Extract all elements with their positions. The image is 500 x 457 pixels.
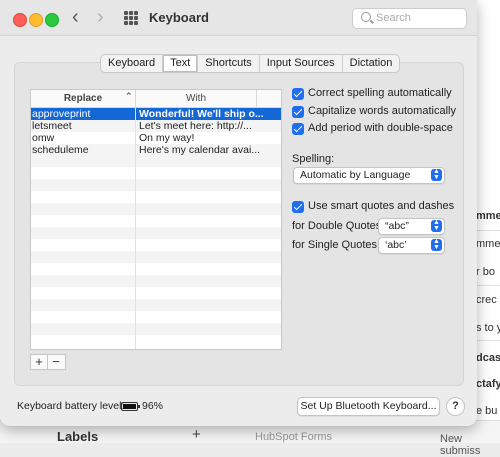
table-row[interactable]: omw On my way! xyxy=(31,132,281,144)
forward-chevron-icon[interactable]: › xyxy=(97,7,104,27)
up-down-arrows-icon: ▲ ▼ xyxy=(431,219,442,232)
single-quotes-label: for Single Quotes xyxy=(292,239,377,251)
bg-text: e bu xyxy=(476,405,498,417)
smart-quotes-label: Use smart quotes and dashes xyxy=(308,200,455,212)
smart-quotes-checkbox[interactable] xyxy=(292,201,304,213)
search-icon xyxy=(361,12,371,22)
with-cell: Here's my calendar avai... xyxy=(139,144,261,156)
with-cell: On my way! xyxy=(139,132,195,144)
tab-text[interactable]: Text xyxy=(162,55,198,72)
add-replacement-button[interactable]: + xyxy=(31,355,47,369)
single-quotes-popup[interactable]: ‘abc’ ▲ ▼ xyxy=(378,237,445,254)
period-checkbox[interactable] xyxy=(292,123,304,135)
with-cell: Let's meet here: http://... xyxy=(139,120,252,132)
window-title: Keyboard xyxy=(149,10,209,25)
help-button[interactable]: ? xyxy=(446,397,465,416)
tab-input-sources[interactable]: Input Sources xyxy=(258,55,342,72)
tab-shortcuts[interactable]: Shortcuts xyxy=(197,55,258,72)
back-chevron-icon[interactable]: ‹ xyxy=(72,7,79,27)
battery-percentage: 96% xyxy=(142,400,164,412)
correct-spelling-checkbox[interactable] xyxy=(292,88,304,100)
table-row[interactable]: scheduleme Here's my calendar avai... xyxy=(31,144,281,156)
up-down-arrows-icon: ▲ ▼ xyxy=(431,238,442,251)
tab-keyboard[interactable]: Keyboard xyxy=(101,55,162,72)
period-label: Add period with double-space xyxy=(308,122,453,134)
double-quotes-value: “abc” xyxy=(385,220,409,232)
tab-bar: Keyboard Text Shortcuts Input Sources Di… xyxy=(100,54,401,73)
empty-row xyxy=(31,251,281,263)
column-header-replace-label: Replace xyxy=(63,93,103,104)
bg-text: crec xyxy=(476,294,497,306)
replace-cell: omw xyxy=(32,132,55,144)
battery-icon xyxy=(121,402,140,411)
empty-row xyxy=(31,155,281,167)
empty-row xyxy=(31,299,281,311)
keyboard-preferences-window: ‹ › Keyboard Search Keyboard Text Shortc… xyxy=(0,0,477,426)
table-row[interactable]: approveprint Wonderful! We'll ship o... xyxy=(31,108,281,120)
table-row[interactable]: letsmeet Let's meet here: http://... xyxy=(31,120,281,132)
empty-row xyxy=(31,323,281,335)
single-quotes-value: ‘abc’ xyxy=(385,239,407,251)
bg-text: dcas xyxy=(476,352,500,364)
table-header: Replace ⌃ With xyxy=(31,90,281,108)
bg-text: r bo xyxy=(476,266,495,278)
capitalize-checkbox[interactable] xyxy=(292,106,304,118)
bg-text: ctafy xyxy=(476,378,500,390)
correct-spelling-label: Correct spelling automatically xyxy=(308,87,452,99)
up-down-arrows-icon: ▲ ▼ xyxy=(431,168,442,181)
spelling-popup[interactable]: Automatic by Language ▲ ▼ xyxy=(293,167,445,184)
capitalize-label: Capitalize words automatically xyxy=(308,105,456,117)
empty-row xyxy=(31,275,281,287)
empty-row xyxy=(31,227,281,239)
column-header-replace[interactable]: Replace xyxy=(31,90,136,107)
add-remove-control: + − xyxy=(30,354,66,370)
show-all-grid-icon[interactable] xyxy=(124,11,138,25)
setup-bluetooth-keyboard-button[interactable]: Set Up Bluetooth Keyboard... xyxy=(297,397,440,416)
text-replacement-table[interactable]: Replace ⌃ With approveprint Wonderful! W… xyxy=(30,89,282,350)
replace-cell: scheduleme xyxy=(32,144,89,156)
double-quotes-popup[interactable]: “abc” ▲ ▼ xyxy=(378,218,445,235)
search-field[interactable]: Search xyxy=(352,8,467,29)
column-header-with[interactable]: With xyxy=(136,90,256,107)
spelling-value: Automatic by Language xyxy=(300,169,411,181)
tab-dictation[interactable]: Dictation xyxy=(341,55,400,72)
add-label-button[interactable]: + xyxy=(192,426,201,443)
header-divider xyxy=(256,90,257,107)
bg-text: s to y xyxy=(476,322,500,334)
close-button[interactable] xyxy=(13,13,27,27)
spelling-label: Spelling: xyxy=(292,153,335,165)
title-bar: ‹ › Keyboard Search xyxy=(0,0,477,36)
battery-level-label: Keyboard battery level: xyxy=(17,400,125,412)
bg-text: mme xyxy=(476,210,500,222)
zoom-button[interactable] xyxy=(45,13,59,27)
with-cell: Wonderful! We'll ship o... xyxy=(139,108,264,120)
replace-cell: letsmeet xyxy=(32,120,72,132)
bg-text: mme xyxy=(476,238,500,250)
empty-row xyxy=(31,203,281,215)
double-quotes-label: for Double Quotes xyxy=(292,220,382,232)
replace-cell: approveprint xyxy=(32,108,91,120)
new-submission-text: New submiss xyxy=(440,433,481,457)
minimize-button[interactable] xyxy=(29,13,43,27)
sort-ascending-icon: ⌃ xyxy=(125,91,133,101)
column-divider xyxy=(135,107,136,349)
empty-row xyxy=(31,179,281,191)
remove-replacement-button[interactable]: − xyxy=(47,355,64,369)
hubspot-forms-item[interactable]: HubSpot Forms xyxy=(255,431,332,443)
search-placeholder: Search xyxy=(376,12,411,24)
